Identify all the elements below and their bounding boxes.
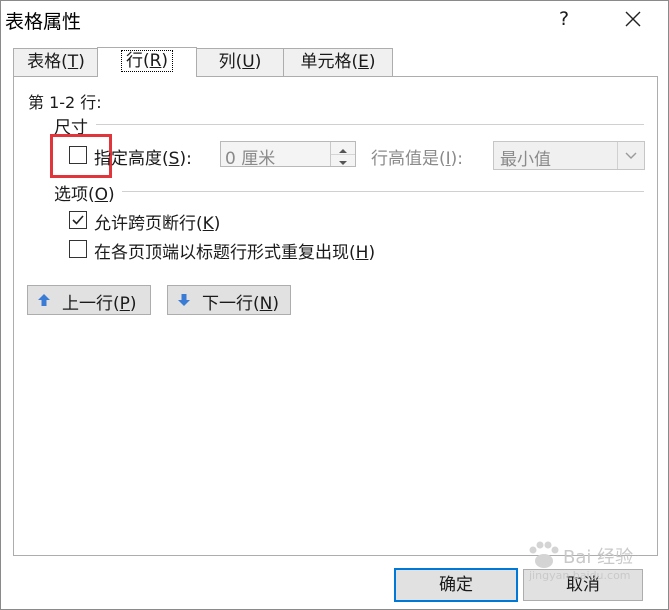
- row-range-label: 第 1-2 行:: [28, 93, 102, 112]
- previous-row-text: 上一行: [62, 294, 113, 314]
- checkmark-icon: [72, 215, 84, 225]
- row-height-mode-label: 行高值是(I):: [371, 149, 464, 169]
- row-height-mode-suffix: ):: [450, 149, 464, 169]
- specify-height-accesskey: S: [168, 149, 180, 169]
- allow-row-break-text: 允许跨页断行: [94, 214, 196, 234]
- ok-label: 确定: [439, 575, 473, 595]
- previous-row-label: 上一行(P): [62, 294, 137, 314]
- specify-height-suffix: ):: [179, 149, 192, 169]
- chevron-down-icon: [625, 152, 637, 159]
- next-row-text: 下一行: [202, 294, 253, 314]
- tab-row-paren-open: (: [142, 51, 150, 71]
- row-tab-panel: 第 1-2 行: 尺寸 指定高度(S): 0 厘米 行高值是(I): 最小值 选…: [13, 76, 658, 556]
- tab-row-paren-close: ): [161, 51, 169, 71]
- title-bar: 表格属性 ?: [1, 1, 668, 37]
- options-section-text: 选项: [54, 185, 88, 205]
- tab-row[interactable]: 行(R): [97, 47, 197, 77]
- tab-cell-accesskey: E: [358, 52, 369, 72]
- help-button[interactable]: ?: [549, 5, 579, 33]
- watermark-text: Bai 经验: [563, 547, 634, 568]
- tab-column[interactable]: 列(U): [195, 48, 285, 76]
- next-row-button[interactable]: 下一行(N): [167, 285, 291, 315]
- spin-down-button[interactable]: [331, 154, 355, 166]
- previous-row-button[interactable]: 上一行(P): [27, 285, 151, 315]
- tab-table[interactable]: 表格(T): [13, 48, 99, 76]
- tab-cell-label: 单元格: [300, 52, 352, 72]
- close-icon: [625, 11, 641, 27]
- tab-column-accesskey: U: [242, 52, 255, 72]
- close-button[interactable]: [613, 5, 653, 33]
- options-accesskey: O: [94, 185, 109, 205]
- row-height-mode-value: 最小值: [500, 150, 551, 170]
- tab-row-focus: 行(R): [120, 50, 174, 72]
- height-value: 0 厘米: [225, 149, 276, 169]
- tab-row-accesskey: R: [149, 51, 162, 71]
- tab-table-label: 表格: [27, 52, 62, 72]
- tab-cell[interactable]: 单元格(E): [283, 48, 393, 76]
- tab-table-accesskey: T: [67, 52, 79, 72]
- arrow-down-icon: [178, 294, 190, 306]
- paw-logo-icon: [529, 541, 559, 568]
- watermark-url: jingyan.baidu.com: [529, 569, 631, 582]
- specify-height-label: 指定高度(S):: [94, 149, 192, 169]
- specify-height-checkbox[interactable]: [69, 146, 87, 164]
- table-properties-dialog: 表格属性 ? 表格(T) 行(R) 列(U) 单元格(E) 第 1-2 行: 尺…: [0, 0, 669, 610]
- tab-row-label: 行: [125, 51, 143, 71]
- baidu-watermark: Bai 经验 jingyan.baidu.com: [511, 541, 661, 582]
- tab-cell-paren-close: ): [368, 52, 376, 72]
- ok-button[interactable]: 确定: [394, 568, 518, 602]
- repeat-header-text: 在各页顶端以标题行形式重复出现: [94, 243, 349, 263]
- next-row-label: 下一行(N): [202, 294, 279, 314]
- tab-table-paren-close: ): [78, 52, 85, 72]
- size-divider: [96, 124, 644, 125]
- tab-column-label: 列: [218, 52, 236, 72]
- allow-row-break-checkbox[interactable]: [69, 211, 87, 229]
- options-divider: [122, 191, 644, 192]
- help-icon: ?: [558, 8, 570, 30]
- repeat-header-checkbox[interactable]: [69, 240, 87, 258]
- repeat-header-label: 在各页顶端以标题行形式重复出现(H): [94, 243, 376, 263]
- previous-row-accesskey: P: [119, 294, 130, 314]
- allow-row-break-accesskey: K: [202, 214, 214, 234]
- repeat-header-accesskey: H: [355, 243, 369, 263]
- options-section-label: 选项(O): [54, 185, 115, 205]
- row-height-mode-text: 行高值是: [371, 149, 439, 169]
- spinner-buttons: [330, 142, 355, 166]
- arrow-up-icon: [38, 294, 50, 306]
- dialog-title: 表格属性: [5, 11, 82, 33]
- allow-row-break-label: 允许跨页断行(K): [94, 214, 221, 234]
- select-dropdown-button[interactable]: [617, 142, 644, 169]
- height-spinner[interactable]: 0 厘米: [220, 141, 356, 169]
- tab-column-paren-close: ): [254, 52, 262, 72]
- tab-table-paren-open: (: [61, 52, 68, 72]
- specify-height-text: 指定高度: [94, 149, 162, 169]
- next-row-accesskey: N: [259, 294, 273, 314]
- row-height-mode-select[interactable]: 最小值: [493, 141, 645, 170]
- triangle-down-icon: [339, 161, 347, 165]
